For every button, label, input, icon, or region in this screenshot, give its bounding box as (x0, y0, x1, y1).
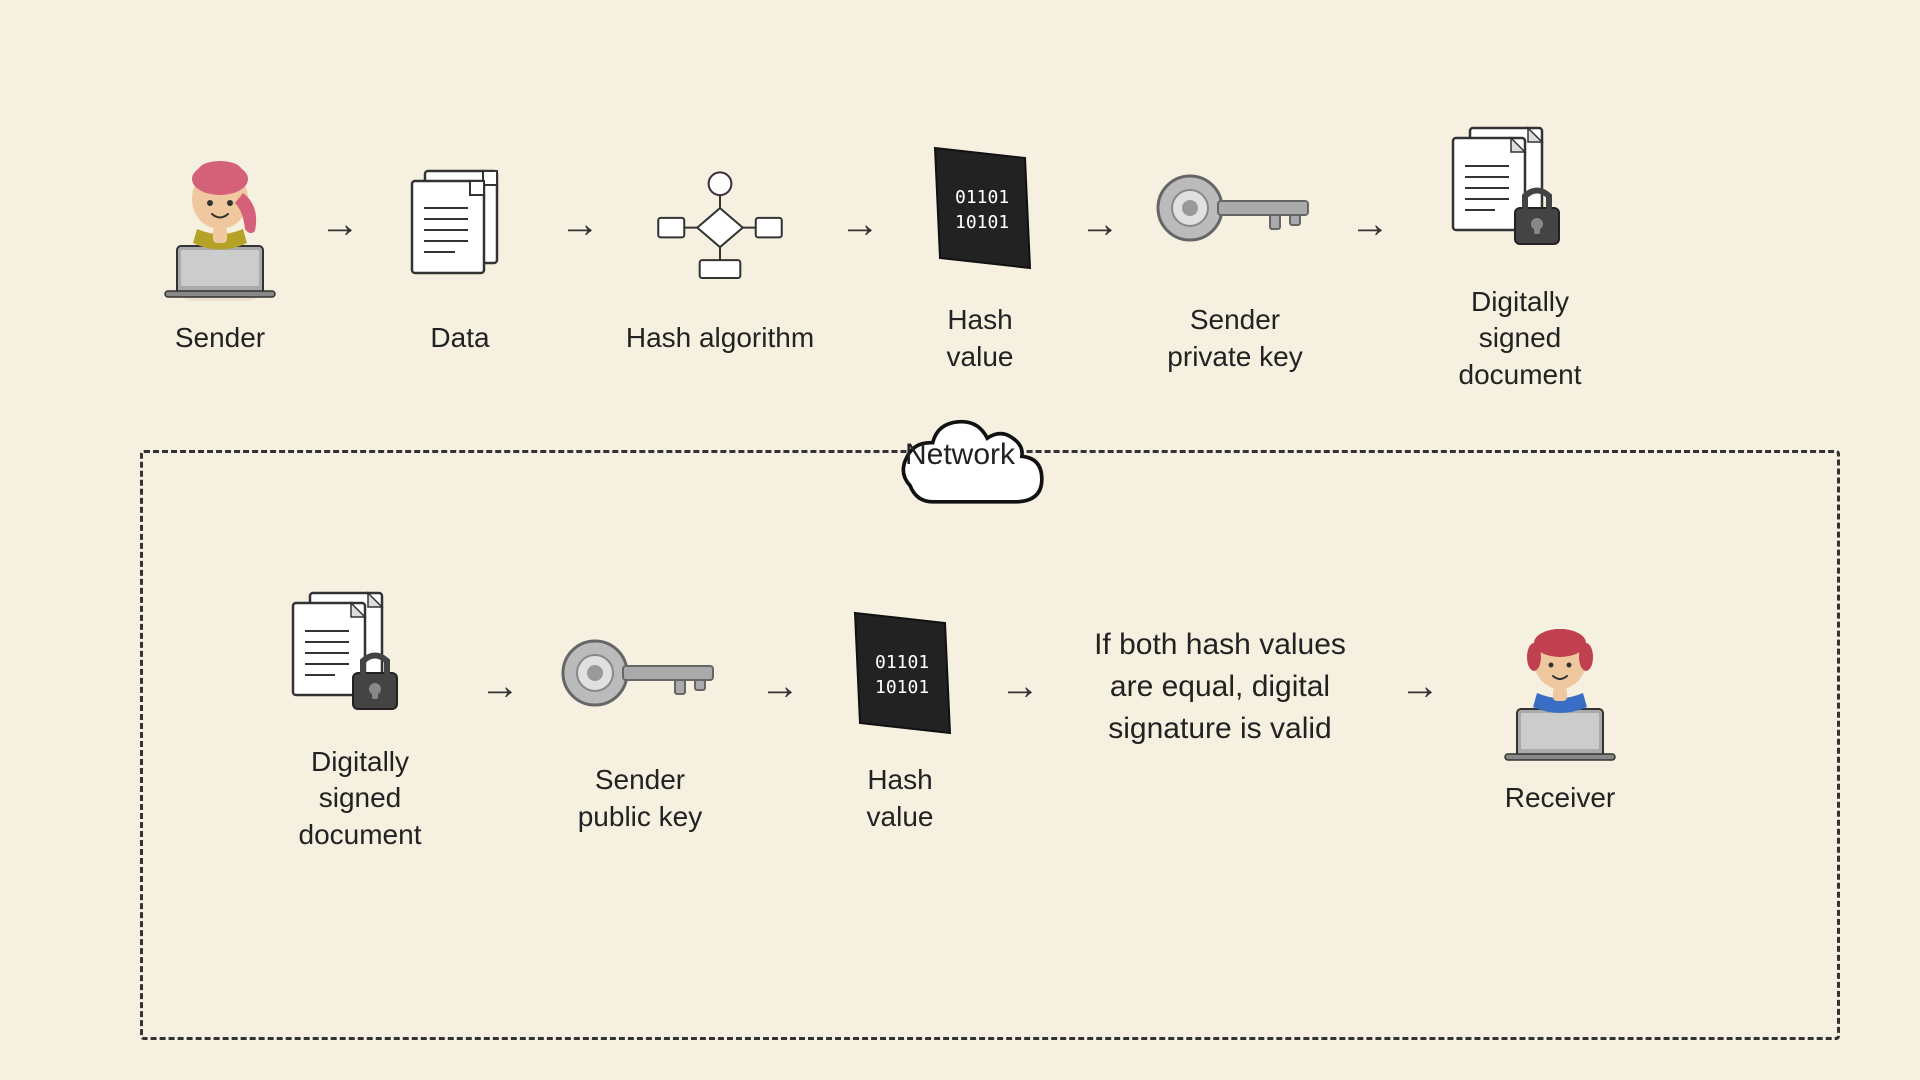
data-icon (400, 146, 520, 306)
arrow-7 (740, 664, 820, 769)
node-if-equal: If both hash values are equal, digital s… (1060, 612, 1380, 822)
network-label: Network (905, 438, 1015, 472)
node-digitally-signed-top: Digitally signed document (1410, 110, 1630, 393)
receiver-icon (1495, 616, 1625, 766)
node-hash-value-bottom: 01101 10101 Hash value (820, 598, 980, 835)
hash-value-top-icon: 01101 10101 (920, 128, 1040, 288)
node-data: Data (380, 146, 540, 356)
node-receiver: Receiver (1460, 616, 1660, 816)
svg-text:10101: 10101 (955, 212, 1009, 233)
bottom-row: Digitally signed document Sender public … (80, 580, 1840, 853)
arrow-3 (820, 202, 900, 302)
digitally-signed-bottom-icon (275, 580, 445, 730)
arrow-2 (540, 202, 620, 302)
arrow-6 (460, 664, 540, 769)
hash-algorithm-label: Hash algorithm (626, 320, 814, 356)
hash-value-bottom-icon: 01101 10101 (840, 598, 960, 748)
arrow-4 (1060, 202, 1140, 302)
node-sender-public-key: Sender public key (540, 598, 740, 835)
node-digitally-signed-bottom: Digitally signed document (260, 580, 460, 853)
digitally-signed-top-label: Digitally signed document (1459, 284, 1582, 393)
top-row: Sender (80, 70, 1840, 393)
digitally-signed-top-icon (1425, 110, 1615, 270)
node-sender: Sender (140, 146, 300, 356)
receiver-label: Receiver (1505, 780, 1615, 816)
arrow-8 (980, 664, 1060, 769)
data-label: Data (430, 320, 489, 356)
svg-text:01101: 01101 (955, 187, 1009, 208)
sender-public-key-label: Sender public key (578, 762, 703, 835)
diagram: Sender (80, 70, 1840, 1010)
arrow-5 (1330, 202, 1410, 302)
node-hash-value-top: 01101 10101 Hash value (900, 128, 1060, 375)
if-equal-area: If both hash values are equal, digital s… (1094, 612, 1346, 762)
sender-public-key-icon (555, 598, 725, 748)
hash-value-top-label: Hash value (947, 302, 1014, 375)
arrow-9 (1380, 664, 1460, 769)
sender-icon (155, 146, 285, 306)
if-equal-text: If both hash values are equal, digital s… (1094, 624, 1346, 750)
sender-private-key-label: Sender private key (1167, 302, 1302, 375)
svg-text:01101: 01101 (875, 652, 929, 673)
sender-private-key-icon (1150, 128, 1320, 288)
sender-label: Sender (175, 320, 265, 356)
hash-value-bottom-label: Hash value (867, 762, 934, 835)
svg-text:10101: 10101 (875, 677, 929, 698)
digitally-signed-bottom-label: Digitally signed document (299, 744, 422, 853)
arrow-1 (300, 202, 380, 302)
node-sender-private-key: Sender private key (1140, 128, 1330, 375)
node-hash-algorithm: Hash algorithm (620, 146, 820, 356)
hash-algorithm-icon (655, 146, 785, 306)
network-area: Network (860, 400, 1060, 540)
